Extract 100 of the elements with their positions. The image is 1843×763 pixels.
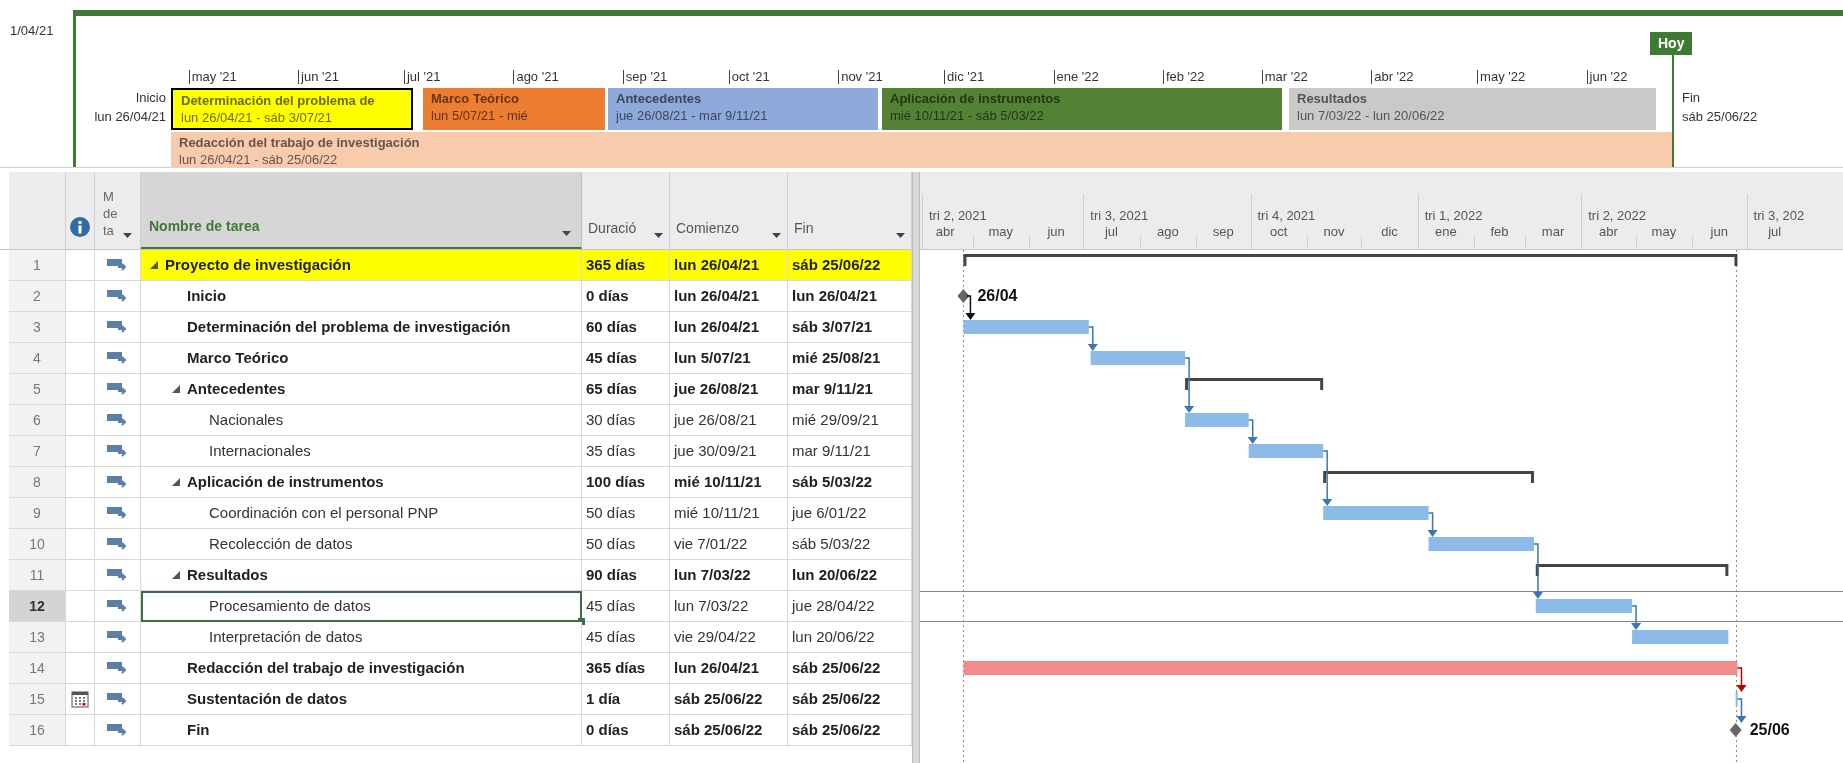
timeline-month: jun '22 <box>1586 70 1628 84</box>
duration-cell: 365 días <box>582 250 670 281</box>
finish-cell: jue 6/01/22 <box>788 498 912 529</box>
timeline-start-label: Inicio <box>135 89 166 107</box>
row-number: 10 <box>9 529 66 560</box>
start-cell: lun 7/03/22 <box>670 560 788 591</box>
calendar-icon <box>71 690 89 708</box>
task-mode-icon <box>106 661 129 675</box>
dropdown-icon[interactable] <box>772 233 781 239</box>
month-label: jul <box>1105 223 1118 241</box>
duration-cell: 30 días <box>582 405 670 436</box>
task-mode-icon <box>106 506 129 520</box>
task-name: Determinación del problema de investigación <box>187 316 511 337</box>
task-mode-icon <box>106 444 129 458</box>
task-name: Internacionales <box>209 440 311 461</box>
timeline-bar-dates: jue 26/08/21 - mar 9/11/21 <box>616 107 769 124</box>
finish-cell: mié 25/08/21 <box>788 343 912 374</box>
finish-cell: jue 28/04/22 <box>788 591 912 622</box>
task-mode-icon <box>106 630 129 644</box>
timeline-end-label: Fin <box>1682 89 1702 107</box>
today-marker: Hoy <box>1650 32 1693 55</box>
task-mode-icon <box>106 723 129 737</box>
milestone-diamond <box>957 289 970 303</box>
collapse-icon[interactable] <box>150 261 158 269</box>
timeline-month: mar '22 <box>1261 70 1308 84</box>
duration-cell: 1 día <box>582 684 670 715</box>
quarter-label: tri 3, 2021 <box>1090 207 1149 225</box>
duration-cell: 50 días <box>582 498 670 529</box>
task-mode-icon <box>106 382 129 396</box>
dropdown-icon[interactable] <box>123 233 132 239</box>
dropdown-icon[interactable] <box>562 231 571 237</box>
row-number: 2 <box>9 281 66 312</box>
finish-cell: sáb 25/06/22 <box>788 715 912 746</box>
duration-cell: 45 días <box>582 622 670 653</box>
timeline-month: feb '22 <box>1162 70 1205 84</box>
task-name: Antecedentes <box>187 378 286 399</box>
row-number: 11 <box>9 560 66 591</box>
timeline-month: may '22 <box>1477 70 1526 84</box>
link-arrow <box>1631 605 1642 630</box>
timeline-month: ene '22 <box>1053 70 1099 84</box>
timeline-start-date: 1/04/21 <box>10 23 54 38</box>
collapse-icon[interactable] <box>172 478 180 486</box>
finish-cell: lun 26/04/21 <box>788 281 912 312</box>
task-name: Resultados <box>187 564 268 585</box>
task-name: Fin <box>187 719 210 740</box>
finish-cell: sáb 3/07/21 <box>788 312 912 343</box>
dropdown-icon[interactable] <box>896 233 905 239</box>
start-cell: vie 7/01/22 <box>670 529 788 560</box>
task-mode-icon <box>106 320 129 334</box>
task-name: Recolección de datos <box>209 533 353 554</box>
timeline-month: nov '21 <box>838 70 883 84</box>
start-cell: mié 10/11/21 <box>670 467 788 498</box>
milestone-date: 25/06 <box>1749 721 1790 738</box>
dropdown-icon[interactable] <box>654 233 663 239</box>
task-mode-icon <box>106 289 129 303</box>
month-label: oct <box>1270 223 1288 241</box>
start-cell: jue 26/08/21 <box>670 374 788 405</box>
timeline-month: oct '21 <box>728 70 770 84</box>
column-title: Nombre de tarea <box>149 217 260 236</box>
column-title: Fin <box>794 219 814 238</box>
timeline-month: may '21 <box>188 70 237 84</box>
finish-cell: mar 9/11/21 <box>788 374 912 405</box>
milestone-date: 26/04 <box>977 287 1018 304</box>
finish-cell: mié 29/09/21 <box>788 405 912 436</box>
row-number: 3 <box>9 312 66 343</box>
row-number: 13 <box>9 622 66 653</box>
task-name: Nacionales <box>209 409 284 430</box>
month-label: abr <box>935 223 955 241</box>
month-label: nov <box>1323 223 1345 241</box>
month-label: jul <box>1768 223 1782 241</box>
task-name: Aplicación de instrumentos <box>187 471 384 492</box>
finish-cell: sáb 25/06/22 <box>788 250 912 281</box>
column-title: Duració <box>588 219 637 238</box>
timeline-month: dic '21 <box>944 70 985 84</box>
task-name: Interpretación de datos <box>209 626 363 647</box>
timeline-bar-dates: mié 10/11/21 - sáb 5/03/22 <box>890 107 1045 124</box>
quarter-label: tri 4, 2021 <box>1257 207 1316 225</box>
row-number: 9 <box>9 498 66 529</box>
row-number: 1 <box>9 250 66 281</box>
month-label: abr <box>1599 223 1618 241</box>
row-number: 6 <box>9 405 66 436</box>
duration-cell: 90 días <box>582 560 670 591</box>
task-name: Procesamiento de datos <box>209 595 371 616</box>
task-name: Proyecto de investigación <box>165 254 351 275</box>
finish-cell: lun 20/06/22 <box>788 622 912 653</box>
task-mode-icon <box>106 413 129 427</box>
collapse-icon[interactable] <box>172 385 180 393</box>
start-cell: vie 29/04/22 <box>670 622 788 653</box>
link-arrow <box>1247 419 1258 444</box>
duration-cell: 65 días <box>582 374 670 405</box>
timeline-bar-title: Aplicación de instrumentos <box>890 90 1062 107</box>
quarter-label: tri 3, 202 <box>1753 207 1805 225</box>
timeline-bar-dates: lun 7/03/22 - lun 20/06/22 <box>1297 107 1446 124</box>
duration-cell: 365 días <box>582 653 670 684</box>
collapse-icon[interactable] <box>172 571 180 579</box>
month-label: dic <box>1381 223 1398 241</box>
info-icon <box>70 217 90 237</box>
start-cell: jue 30/09/21 <box>670 436 788 467</box>
link-arrow <box>1532 543 1543 599</box>
row-number: 8 <box>9 467 66 498</box>
